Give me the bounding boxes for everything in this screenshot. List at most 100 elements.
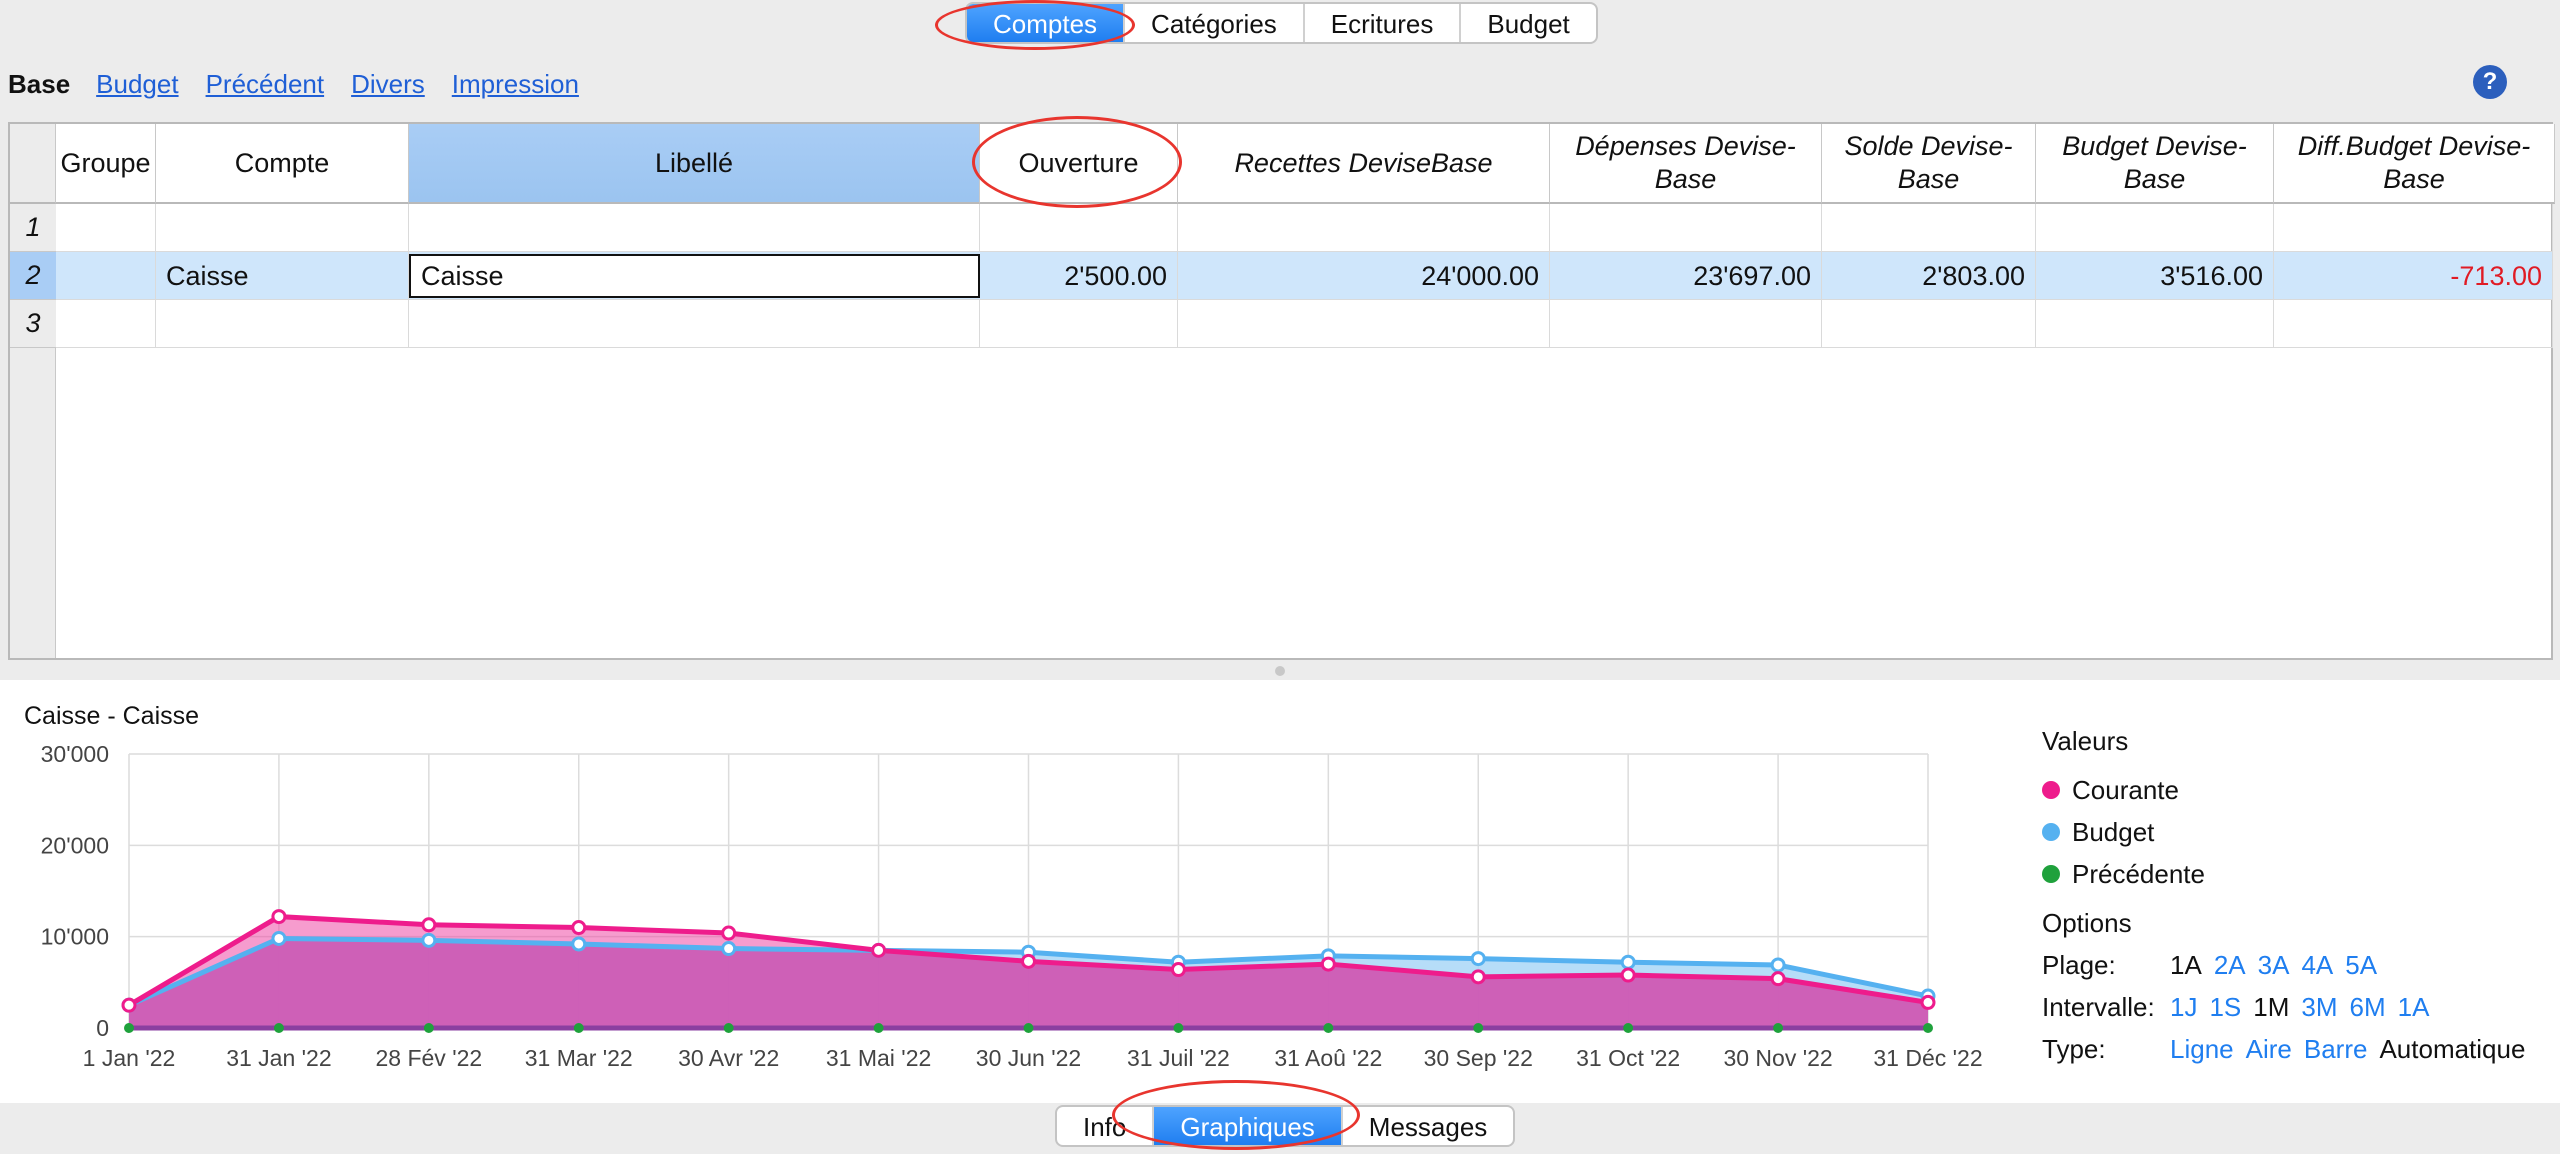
col-header-recettes[interactable]: Recettes DeviseBase [1178, 124, 1550, 204]
cell-depenses[interactable] [1550, 300, 1822, 348]
row-number[interactable]: 1 [10, 204, 56, 252]
accounts-table: Groupe Compte Libellé Ouverture Recettes… [8, 122, 2555, 660]
row-number[interactable]: 2 [10, 252, 56, 300]
option-intervalle-1s[interactable]: 1S [2209, 992, 2241, 1023]
area-chart: 0 10'000 20'000 30'000 1 Jan '22 31 Jan '22 28… [41, 741, 1983, 1071]
cell-diff-budget[interactable]: -713.00 [2274, 252, 2553, 300]
option-intervalle-1j[interactable]: 1J [2170, 992, 2197, 1023]
col-header-compte[interactable]: Compte [156, 124, 409, 204]
option-plage-1a[interactable]: 1A [2170, 950, 2202, 981]
legend-dot-icon [2042, 781, 2060, 799]
option-intervalle-1a[interactable]: 1A [2398, 992, 2430, 1023]
cell-groupe[interactable] [56, 252, 156, 300]
data-point-courante [271, 909, 287, 925]
tab-info[interactable]: Info [1057, 1107, 1152, 1145]
view-link-budget[interactable]: Budget [96, 69, 178, 100]
cell-compte[interactable]: Caisse [156, 252, 409, 300]
option-type-ligne[interactable]: Ligne [2170, 1034, 2234, 1065]
cell-groupe[interactable] [56, 300, 156, 348]
view-base[interactable]: Base [8, 69, 70, 100]
cell-budget[interactable]: 3'516.00 [2036, 252, 2274, 300]
cell-ouverture[interactable] [980, 300, 1178, 348]
tab-graphiques[interactable]: Graphiques [1152, 1107, 1341, 1145]
option-type-barre[interactable]: Barre [2304, 1034, 2368, 1065]
view-link-divers[interactable]: Divers [351, 69, 425, 100]
data-point-precedente [1023, 1023, 1034, 1033]
tab-ecritures[interactable]: Ecritures [1302, 4, 1460, 42]
chart-panel: Caisse - Caisse 0 10'000 20'000 30'000 1 Jan… [0, 680, 2560, 1103]
cell-diff-budget[interactable] [2274, 204, 2553, 252]
cell-depenses[interactable]: 23'697.00 [1550, 252, 1822, 300]
tab-messages[interactable]: Messages [1340, 1107, 1513, 1145]
col-header-diff-budget[interactable]: Diff.Budget Devise- Base [2274, 124, 2555, 204]
data-point-courante [1470, 969, 1486, 985]
legend-dot-icon [2042, 865, 2060, 883]
option-label: Intervalle: [2042, 991, 2155, 1022]
data-point-budget [1470, 951, 1486, 967]
data-point-budget [1620, 954, 1636, 970]
table-row[interactable] [56, 204, 2553, 252]
help-icon[interactable]: ? [2473, 65, 2507, 99]
cell-budget[interactable] [2036, 300, 2274, 348]
data-point-courante [1170, 962, 1186, 978]
cell-solde[interactable] [1822, 204, 2036, 252]
tab-budget[interactable]: Budget [1459, 4, 1595, 42]
cell-compte[interactable] [156, 204, 409, 252]
option-intervalle-1m[interactable]: 1M [2253, 992, 2289, 1023]
cell-diff-budget[interactable] [2274, 300, 2553, 348]
option-plage-4a[interactable]: 4A [2301, 950, 2333, 981]
row-number[interactable]: 3 [10, 300, 56, 348]
data-point-precedente [723, 1023, 734, 1033]
option-label: Type: [2042, 1033, 2106, 1064]
cell-recettes[interactable] [1178, 300, 1550, 348]
panel-splitter-handle[interactable] [1275, 666, 1285, 676]
col-header-ouverture[interactable]: Ouverture [980, 124, 1178, 204]
legend-title: Valeurs [2042, 726, 2129, 756]
x-tick-label: 31 Mar '22 [525, 1045, 633, 1071]
col-header-groupe[interactable]: Groupe [56, 124, 156, 204]
tab-categories[interactable]: Catégories [1123, 4, 1303, 42]
view-link-precedent[interactable]: Précédent [206, 69, 325, 100]
cell-groupe[interactable] [56, 204, 156, 252]
col-header-solde[interactable]: Solde Devise- Base [1822, 124, 2036, 204]
option-intervalle-3m[interactable]: 3M [2301, 992, 2337, 1023]
col-header-libelle[interactable]: Libellé [409, 124, 980, 204]
data-point-precedente [1923, 1023, 1933, 1033]
legend-item-budget[interactable]: Budget [2042, 811, 2205, 853]
col-header-depenses[interactable]: Dépenses Devise- Base [1550, 124, 1822, 204]
tab-comptes[interactable]: Comptes [967, 4, 1124, 42]
legend-label: Précédente [2072, 858, 2205, 889]
cell-depenses[interactable] [1550, 204, 1822, 252]
cell-compte[interactable] [156, 300, 409, 348]
col-header-budget[interactable]: Budget Devise- Base [2036, 124, 2274, 204]
cell-recettes[interactable]: 24'000.00 [1178, 252, 1550, 300]
cell-ouverture[interactable] [980, 204, 1178, 252]
cell-libelle-editing[interactable]: Caisse [409, 254, 980, 298]
data-point-precedente [873, 1023, 884, 1033]
cell-recettes[interactable] [1178, 204, 1550, 252]
table-row[interactable] [56, 300, 2553, 348]
x-tick-label: 31 Juil '22 [1127, 1045, 1230, 1071]
option-plage-3a[interactable]: 3A [2258, 950, 2290, 981]
option-plage-2a[interactable]: 2A [2214, 950, 2246, 981]
legend-item-precedente[interactable]: Précédente [2042, 853, 2205, 895]
view-link-impression[interactable]: Impression [452, 69, 579, 100]
cell-solde[interactable]: 2'803.00 [1822, 252, 2036, 300]
option-plage-5a[interactable]: 5A [2345, 950, 2377, 981]
data-point-courante [1770, 971, 1786, 987]
table-row[interactable]: Caisse Caisse 2'500.00 24'000.00 23'697.… [56, 252, 2553, 300]
option-intervalle-6m[interactable]: 6M [2350, 992, 2386, 1023]
x-tick-label: 31 Aoû '22 [1274, 1045, 1382, 1071]
cell-libelle[interactable] [409, 204, 980, 252]
data-point-precedente [1323, 1023, 1334, 1033]
cell-budget[interactable] [2036, 204, 2274, 252]
option-type-automatique[interactable]: Automatique [2379, 1034, 2525, 1065]
x-tick-label: 1 Jan '22 [83, 1045, 176, 1071]
cell-solde[interactable] [1822, 300, 2036, 348]
y-tick-label: 10'000 [41, 924, 109, 950]
cell-libelle[interactable] [409, 300, 980, 348]
option-type-aire[interactable]: Aire [2246, 1034, 2292, 1065]
main-tab-bar: Comptes Catégories Ecritures Budget [965, 2, 1598, 44]
legend-item-courante[interactable]: Courante [2042, 769, 2205, 811]
cell-ouverture[interactable]: 2'500.00 [980, 252, 1178, 300]
